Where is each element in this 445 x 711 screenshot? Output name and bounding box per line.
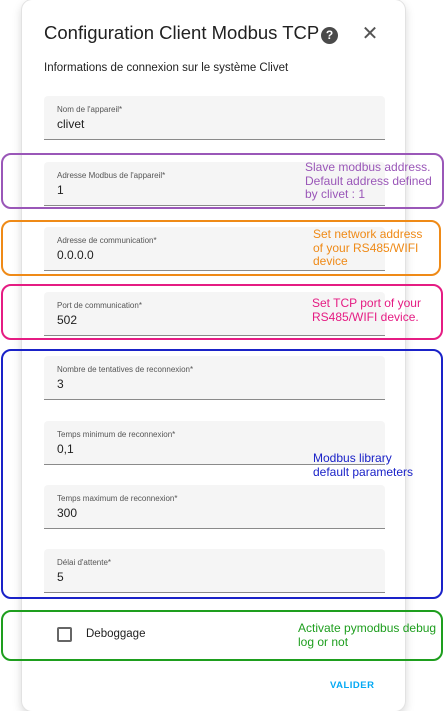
annotation-debug: Activate pymodbus debug log or not bbox=[298, 621, 437, 649]
help-icon[interactable]: ? bbox=[321, 27, 338, 44]
close-icon[interactable]: ✕ bbox=[359, 22, 381, 46]
validate-button[interactable]: VALIDER bbox=[330, 680, 375, 691]
annotation-modbus-address: Slave modbus address. Default address de… bbox=[305, 160, 432, 201]
device-name-value: clivet bbox=[57, 117, 85, 131]
dialog-subtitle: Informations de connexion sur le système… bbox=[44, 62, 289, 74]
device-name-label: Nom de l'appareil* bbox=[57, 105, 123, 114]
annotation-library-params: Modbus library default parameters bbox=[313, 451, 414, 479]
annotation-tcp-port: Set TCP port of your RS485/WIFI device. bbox=[312, 296, 421, 324]
annotation-network-address: Set network address of your RS485/WIFI d… bbox=[313, 227, 423, 268]
dialog-title: Configuration Client Modbus TCP bbox=[44, 22, 320, 43]
device-name-field[interactable]: Nom de l'appareil* clivet bbox=[44, 96, 385, 140]
